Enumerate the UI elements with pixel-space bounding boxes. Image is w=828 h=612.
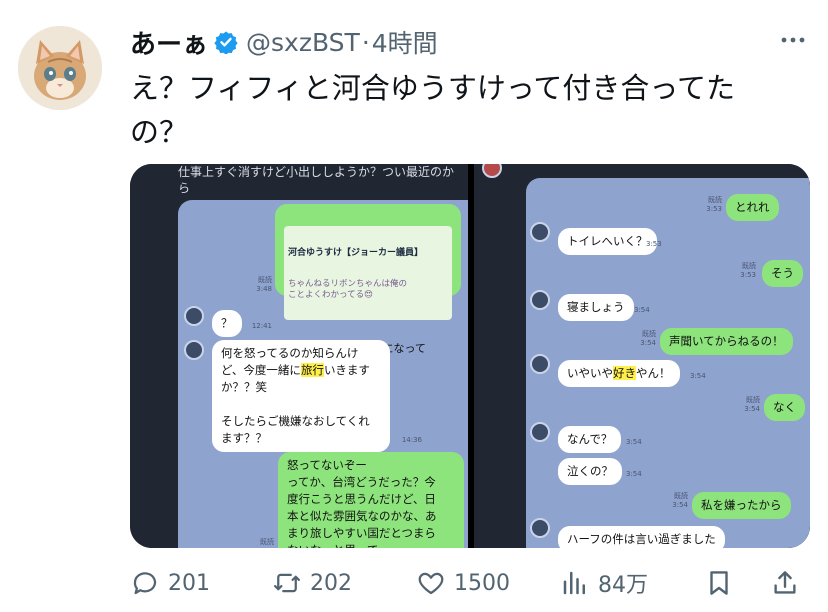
- chat-bubble-green: 私を嫌ったから: [692, 492, 791, 519]
- read-time: 既読 3:54: [640, 330, 656, 347]
- like-count: 1500: [454, 570, 510, 596]
- chat-bubble-white: 何を怒ってるのか知らんけ ど、今度一緒に旅行いきます か？？笑 そしたらご機嫌な…: [212, 340, 390, 452]
- message-time: 3:54: [626, 470, 642, 478]
- message-time: 3:54: [690, 372, 706, 380]
- reply-count: 201: [168, 570, 210, 596]
- chat-bubble-green: 怒ってないぞー ってか、台湾どうだった？今 度行こうと思うんだけど、日 本と似た…: [278, 452, 464, 548]
- chat-bubble-green: 河合ゆうすけ【ジョーカー議員】 ちゃんねるリボンちゃんは俺の ことよくわかってる…: [275, 204, 461, 370]
- sender-avatar: [530, 222, 550, 242]
- share-icon: [774, 571, 796, 594]
- sender-avatar: [184, 340, 204, 360]
- read-time: 既読 3:54: [672, 492, 688, 509]
- tweet-text: え？フィフィと河合ゆうすけって付き合ってたの？: [130, 71, 735, 149]
- handle[interactable]: @sxzBST: [246, 28, 360, 57]
- reply-icon: [133, 572, 157, 595]
- chat-bubble-white: 泣くの？: [558, 458, 622, 485]
- chat-bubble-white: いやいや好きやん！: [558, 360, 680, 387]
- like-icon: [418, 572, 444, 595]
- avatar[interactable]: [18, 26, 102, 110]
- bookmark-button[interactable]: [704, 566, 734, 600]
- tweet-header: あーぁ @sxzBST · 4時間: [130, 22, 438, 62]
- read-time: 既読: [260, 538, 274, 546]
- sender-avatar: [530, 354, 550, 374]
- profile-icon: [482, 164, 502, 178]
- chat-screenshot-left[interactable]: 仕事上すぐ消すけど小出ししようか？つい最近のか ら 河合ゆうすけ【ジョーカー議員…: [130, 164, 468, 548]
- chat-bubble-white: ？: [212, 310, 242, 337]
- chat-bubble-green: そう: [762, 260, 803, 287]
- chat-bubble-green: 声聞いてからねるの！: [660, 328, 793, 355]
- more-icon[interactable]: [778, 28, 808, 52]
- highlighted-word: 好き: [613, 366, 636, 380]
- retweet-count: 202: [310, 570, 352, 596]
- like-button[interactable]: 1500: [416, 566, 510, 600]
- bookmark-icon: [710, 571, 728, 595]
- quoted-text: ちゃんねるリボンちゃんは俺の ことよくわかってる😍: [288, 279, 408, 300]
- cat-avatar-image: [18, 26, 102, 110]
- views-button[interactable]: 84万: [560, 566, 648, 600]
- read-time: 既読 3:54: [744, 396, 760, 413]
- post-time[interactable]: 4時間: [372, 24, 438, 60]
- chat-bubble-white: ハーフの件は言い過ぎました: [558, 526, 725, 548]
- chat-bubble-white: なんで？: [558, 426, 622, 453]
- retweet-button[interactable]: 202: [272, 566, 352, 600]
- sender-avatar: [530, 518, 550, 538]
- sender-avatar: [530, 422, 550, 442]
- display-name[interactable]: あーぁ: [130, 24, 208, 61]
- read-time: 既読 3:48: [256, 276, 272, 293]
- message-time: 14:36: [401, 436, 422, 444]
- message-time: 12:41: [251, 322, 272, 330]
- message-time: 3:53: [646, 240, 662, 248]
- reply-button[interactable]: 201: [130, 566, 210, 600]
- retweet-icon: [274, 573, 300, 593]
- message-text: いやいや: [567, 366, 613, 380]
- time-separator: ·: [361, 27, 370, 57]
- message-text: やん！: [636, 366, 671, 380]
- chat-screenshot-right[interactable]: とれれ 既読 3:53 トイレへいく？ 3:53 そう 既読 3:53 寝ましょ…: [474, 164, 810, 548]
- chat-bubble-white: 寝ましょう: [558, 294, 634, 321]
- quoted-sender-name: 河合ゆうすけ【ジョーカー議員】: [288, 248, 424, 258]
- view-count: 84万: [598, 573, 648, 598]
- verified-badge-icon: [214, 31, 238, 54]
- chat-top-text: 仕事上すぐ消すけど小出ししようか？つい最近のか ら: [178, 165, 455, 195]
- chat-bubble-white: トイレへいく？: [558, 228, 657, 255]
- quoted-message: 河合ゆうすけ【ジョーカー議員】 ちゃんねるリボンちゃんは俺の ことよくわかってる…: [284, 226, 452, 320]
- message-time: 3:54: [626, 438, 642, 446]
- chat-bubble-green: とれれ: [726, 194, 779, 221]
- read-time: 既読 3:53: [706, 196, 722, 213]
- sender-avatar: [530, 290, 550, 310]
- action-bar: 201 202 1500 84万: [130, 562, 810, 604]
- share-button[interactable]: [770, 566, 800, 600]
- read-time: 既読 3:53: [740, 262, 756, 279]
- views-icon: [563, 571, 585, 595]
- tweet-media[interactable]: 仕事上すぐ消すけど小出ししようか？つい最近のか ら 河合ゆうすけ【ジョーカー議員…: [130, 164, 810, 548]
- sender-avatar: [184, 306, 204, 326]
- chat-bubble-green: なく: [764, 394, 805, 421]
- highlighted-word: 旅行: [300, 363, 324, 377]
- message-time: 3:54: [634, 306, 650, 314]
